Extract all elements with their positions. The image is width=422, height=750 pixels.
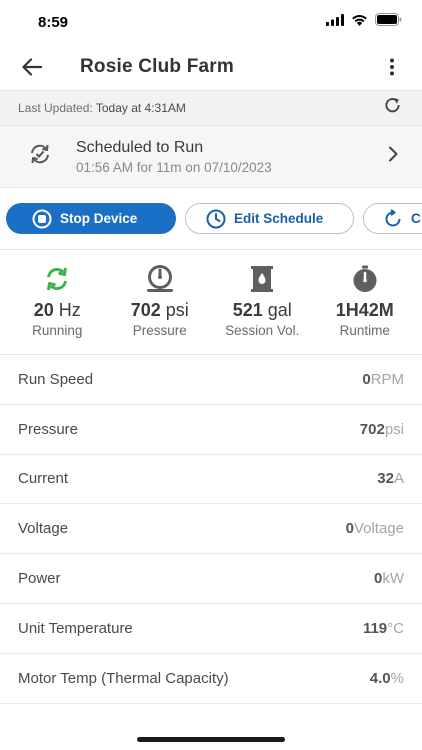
metric-voltage: Voltage 0Voltage xyxy=(0,504,422,555)
home-indicator[interactable] xyxy=(137,737,285,742)
tank-icon xyxy=(250,264,274,294)
stat-session-volume-number: 521 xyxy=(232,300,263,320)
more-vertical-icon xyxy=(390,58,394,76)
stop-device-label: Stop Device xyxy=(60,211,138,226)
stat-pressure: 702 psi Pressure xyxy=(111,264,209,354)
metric-label: Motor Temp (Thermal Capacity) xyxy=(18,669,229,687)
schedule-text: Scheduled to Run 01:56 AM for 11m on 07/… xyxy=(76,139,388,175)
last-updated-text: Last Updated: Today at 4:31AM xyxy=(18,101,186,115)
metric-number: 0 xyxy=(345,520,354,538)
metric-number: 0 xyxy=(362,370,371,388)
schedule-title: Scheduled to Run xyxy=(76,138,204,156)
stat-running-label: Running xyxy=(32,323,83,338)
stat-pressure-number: 702 xyxy=(130,300,161,320)
metric-motor-temp: Motor Temp (Thermal Capacity) 4.0% xyxy=(0,654,422,704)
metric-number: 32 xyxy=(377,470,394,488)
stat-running-value: 20 Hz xyxy=(34,300,81,321)
metric-unit: psi xyxy=(384,420,404,438)
back-button[interactable] xyxy=(20,55,44,79)
metric-unit: A xyxy=(393,470,404,488)
metric-value: 0RPM xyxy=(362,371,404,388)
more-menu-button[interactable] xyxy=(380,55,404,79)
metric-value: 702psi xyxy=(360,421,404,438)
metric-unit: % xyxy=(390,669,404,687)
metric-number: 119 xyxy=(362,619,388,637)
chevron-right-icon xyxy=(388,146,398,167)
app-header: Rosie Club Farm xyxy=(0,44,422,90)
stat-runtime-number: 1H42M xyxy=(335,300,394,320)
metric-label: Pressure xyxy=(18,420,79,438)
stat-runtime: 1H42M Runtime xyxy=(316,264,414,354)
stat-running-number: 20 xyxy=(33,300,54,320)
metrics-list: Run Speed 0RPM Pressure 702psi Current 3… xyxy=(0,355,422,704)
timer-icon xyxy=(351,264,379,294)
cycle-label: C xyxy=(411,211,421,226)
metric-power: Power 0kW xyxy=(0,554,422,604)
metric-value: 0kW xyxy=(374,570,404,587)
metric-run-speed: Run Speed 0RPM xyxy=(0,355,422,405)
status-time: 8:59 xyxy=(38,13,69,31)
metric-unit: kW xyxy=(382,570,404,588)
metric-unit: °C xyxy=(387,619,404,637)
metric-number: 4.0 xyxy=(369,669,391,687)
schedule-subtitle: 01:56 AM for 11m on 07/10/2023 xyxy=(76,159,272,175)
arrow-left-icon xyxy=(22,58,42,76)
stat-session-volume-unit: gal xyxy=(267,300,292,320)
metric-value: 119°C xyxy=(363,620,404,637)
status-icons xyxy=(326,13,402,31)
metric-label: Run Speed xyxy=(18,370,94,388)
stat-running-unit: Hz xyxy=(58,300,81,320)
action-buttons: Stop Device Edit Schedule C xyxy=(0,188,422,250)
edit-schedule-label: Edit Schedule xyxy=(234,211,324,226)
edit-schedule-button[interactable]: Edit Schedule xyxy=(185,203,354,234)
stat-session-volume-value: 521 gal xyxy=(233,300,292,321)
metric-value: 32A xyxy=(377,470,404,487)
cycle-icon xyxy=(385,208,401,226)
sync-icon xyxy=(28,142,52,171)
page-title: Rosie Club Farm xyxy=(80,56,234,77)
gauge-icon xyxy=(145,264,175,294)
last-updated-value: Today at 4:31AM xyxy=(95,101,186,115)
stop-device-button[interactable]: Stop Device xyxy=(6,203,176,234)
stat-pressure-unit: psi xyxy=(165,300,189,320)
stat-pressure-label: Pressure xyxy=(132,323,187,338)
metric-unit: RPM xyxy=(370,370,404,388)
clock-icon xyxy=(206,209,226,228)
metric-current: Current 32A xyxy=(0,455,422,505)
refresh-icon xyxy=(385,98,400,113)
cycle-button[interactable]: C xyxy=(363,203,422,234)
metric-number: 702 xyxy=(359,420,385,438)
last-updated-bar: Last Updated: Today at 4:31AM xyxy=(0,90,422,125)
battery-icon xyxy=(375,13,402,31)
status-bar: 8:59 xyxy=(0,0,422,44)
metric-value: 0Voltage xyxy=(346,520,404,537)
stat-session-volume: 521 gal Session Vol. xyxy=(213,264,311,354)
metric-pressure: Pressure 702psi xyxy=(0,405,422,455)
stop-icon xyxy=(32,209,52,228)
metric-label: Unit Temperature xyxy=(18,619,133,637)
last-updated-label: Last Updated: xyxy=(18,101,93,115)
metric-label: Voltage xyxy=(18,520,69,538)
metric-unit-temperature: Unit Temperature 119°C xyxy=(0,604,422,654)
stat-session-volume-label: Session Vol. xyxy=(225,323,300,338)
running-icon xyxy=(44,264,70,294)
metric-label: Power xyxy=(18,570,61,588)
metric-unit: Voltage xyxy=(353,520,404,538)
stat-runtime-label: Runtime xyxy=(339,323,390,338)
signal-icon xyxy=(326,13,344,31)
schedule-row[interactable]: Scheduled to Run 01:56 AM for 11m on 07/… xyxy=(0,125,422,188)
wifi-icon xyxy=(351,13,368,31)
refresh-button[interactable] xyxy=(383,96,402,120)
metric-label: Current xyxy=(18,470,69,488)
stat-runtime-value: 1H42M xyxy=(336,300,394,321)
stats-panel: 20 Hz Running 702 psi Pressure 521 gal S… xyxy=(0,250,422,355)
stat-running: 20 Hz Running xyxy=(8,264,106,354)
stat-pressure-value: 702 psi xyxy=(131,300,189,321)
metric-value: 4.0% xyxy=(370,670,404,687)
